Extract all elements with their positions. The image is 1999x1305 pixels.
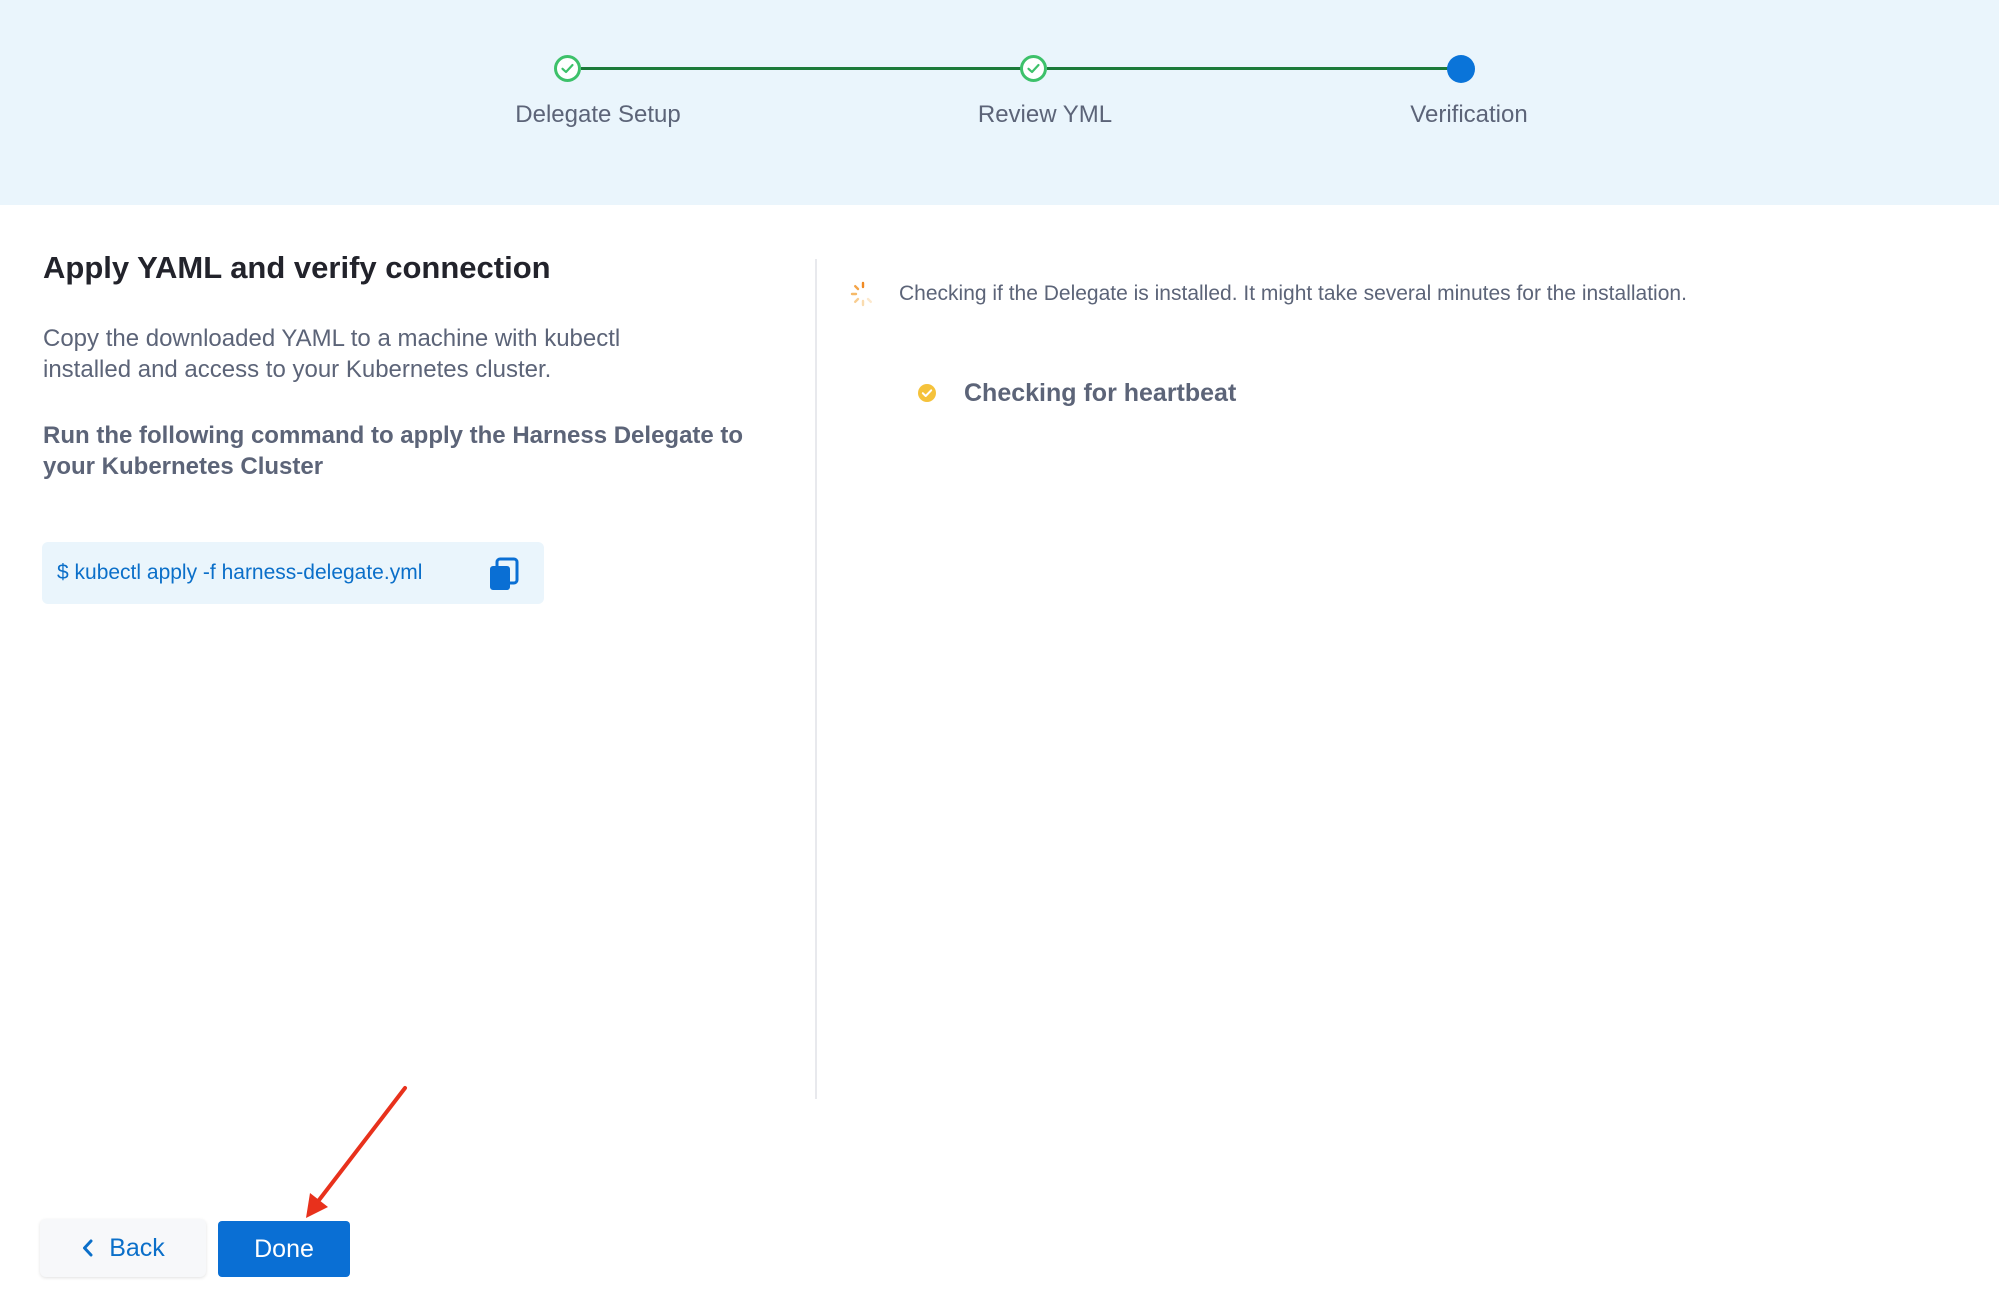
panel-divider	[815, 259, 817, 1099]
done-button[interactable]: Done	[218, 1221, 350, 1277]
command-text: $ kubectl apply -f harness-delegate.yml	[57, 561, 423, 584]
heartbeat-status: Checking for heartbeat	[964, 379, 1237, 407]
spinner-icon	[849, 280, 877, 308]
check-circle-icon	[917, 383, 937, 403]
page-title: Apply YAML and verify connection	[43, 250, 551, 285]
install-status-text: Checking if the Delegate is installed. I…	[899, 282, 1687, 305]
copy-icon[interactable]	[486, 556, 522, 592]
command-intro: Run the following command to apply the H…	[43, 422, 744, 480]
step-label-delegate-setup: Delegate Setup	[515, 101, 681, 128]
instructions-text: Copy the downloaded YAML to a machine wi…	[43, 325, 621, 383]
step-active-icon	[1447, 55, 1475, 83]
back-label: Back	[109, 1233, 165, 1262]
step-connector	[581, 67, 1034, 70]
stepper-header: Delegate Setup Review YML Verification	[0, 0, 1999, 205]
step-label-review-yml: Review YML	[977, 101, 1113, 128]
step-connector	[1047, 67, 1458, 70]
command-box: $ kubectl apply -f harness-delegate.yml	[42, 542, 544, 604]
step-label-verification: Verification	[1410, 101, 1528, 128]
done-label: Done	[254, 1234, 314, 1263]
chevron-left-icon	[83, 1239, 93, 1257]
annotation-arrow-icon	[306, 1086, 407, 1218]
step-complete-icon	[554, 55, 581, 82]
back-button[interactable]: Back	[40, 1219, 206, 1277]
step-complete-icon	[1020, 55, 1047, 82]
